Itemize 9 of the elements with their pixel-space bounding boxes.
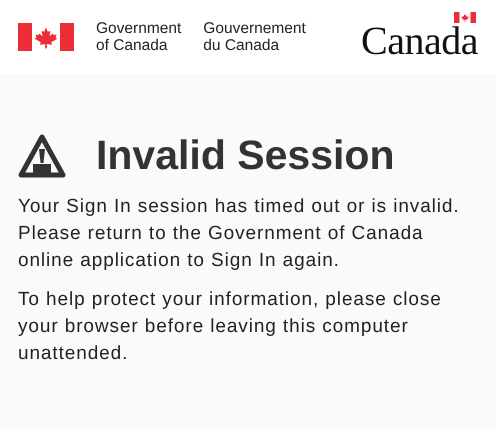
message-paragraph: To help protect your information, please close your browser before leaving this computer unattended. — [18, 288, 443, 366]
government-name-french: Gouvernement du Canada — [203, 20, 306, 54]
message-paragraph: Your Sign In session has timed out or is invalid. Please return to the Government of Canada online application to Sign In again. — [18, 195, 461, 273]
small-flag-icon — [454, 12, 476, 23]
canada-flag-icon — [18, 23, 74, 51]
canada-wordmark: Canada — [361, 24, 478, 58]
warning-icon — [18, 134, 66, 178]
page-heading: Invalid Session — [96, 132, 394, 179]
government-name-english: Government of Canada — [96, 20, 182, 54]
